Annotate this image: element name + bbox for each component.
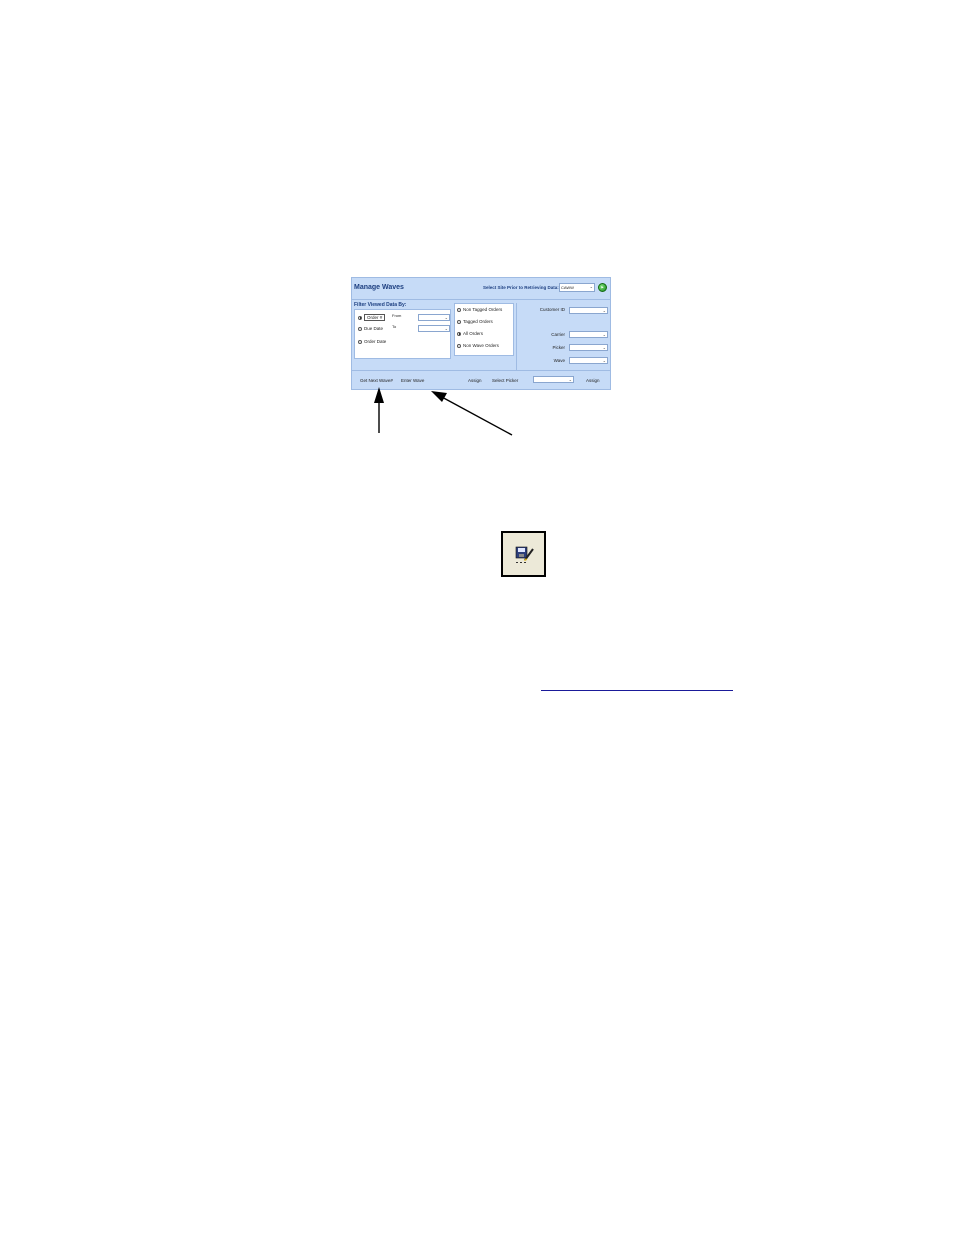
arrowhead-icon xyxy=(374,387,384,403)
save-edit-icon xyxy=(501,531,546,577)
hyperlink-underline[interactable] xyxy=(541,690,733,691)
callout-arrows xyxy=(374,387,513,436)
arrowhead-icon xyxy=(431,391,447,402)
save-edit-icon-graphic xyxy=(515,546,534,563)
arrow-enter-wave xyxy=(439,395,513,436)
